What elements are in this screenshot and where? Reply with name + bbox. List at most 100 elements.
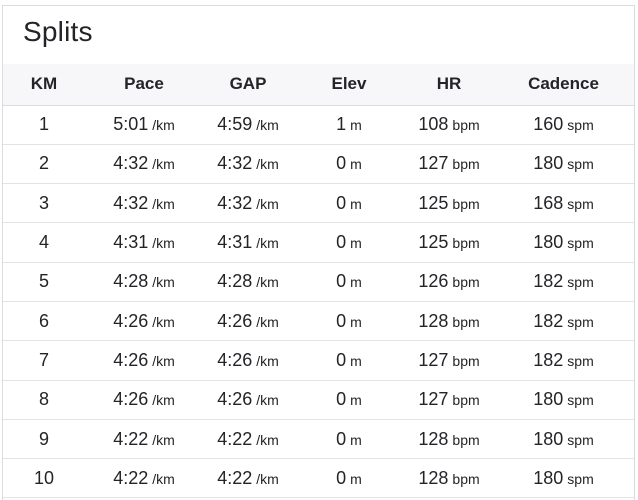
split-cadence-value: 180: [533, 389, 564, 410]
split-gap-value: 4:28: [217, 271, 253, 292]
split-km-value: 7: [38, 349, 49, 370]
split-gap-unit: /km: [256, 156, 279, 173]
split-cell-gap: 4:22/km: [203, 419, 293, 458]
split-elev-unit: m: [350, 235, 362, 252]
split-cadence-value: 160: [533, 114, 564, 135]
split-row: 7 4:26/km 4:26/km 0 m 127 bpm 182 spm: [3, 341, 634, 381]
split-hr-value: 126: [418, 271, 449, 292]
split-cadence-unit: spm: [567, 352, 594, 369]
split-cell-elev: 0m: [293, 459, 405, 498]
split-pace-value: 4:32: [113, 192, 149, 213]
split-km-value: 4: [38, 232, 49, 253]
split-gap-value: 4:22: [217, 428, 253, 449]
split-cell-km: 5: [3, 262, 85, 301]
split-pace-unit: /km: [152, 235, 175, 252]
split-cell-pace: 4:26/km: [85, 341, 203, 380]
split-gap-value: 4:26: [217, 389, 253, 410]
split-km-value: 6: [38, 310, 49, 331]
split-elev-value: 0: [336, 232, 347, 253]
split-elev-value: 0: [336, 349, 347, 370]
split-cell-gap: 4:26/km: [203, 301, 293, 340]
split-gap-unit: /km: [256, 117, 279, 134]
splits-title: Splits: [23, 16, 93, 47]
split-gap-unit: /km: [256, 235, 279, 252]
split-gap-value: 4:26: [217, 310, 253, 331]
split-hr-value: 127: [418, 389, 449, 410]
split-cell-pace: 5:01/km: [85, 105, 203, 144]
split-cell-hr: 128 bpm: [405, 459, 493, 498]
split-elev-unit: m: [350, 117, 362, 134]
split-row: 9 4:22/km 4:22/km 0 m 128 bpm 180 spm: [3, 419, 634, 459]
splits-table-body: 1 5:01/km 4:59/km 1 m 108 bpm 160 spm 2 4:32/km 4:3…: [3, 105, 634, 498]
split-cell-elev: 0m: [293, 144, 405, 183]
split-hr-value: 127: [418, 153, 449, 174]
split-cell-gap: 4:31/km: [203, 223, 293, 262]
split-cell-elev: 0m: [293, 223, 405, 262]
split-gap-value: 4:32: [217, 153, 253, 174]
split-elev-value: 0: [336, 467, 347, 488]
split-pace-value: 4:26: [113, 389, 149, 410]
split-gap-unit: /km: [256, 274, 279, 291]
split-hr-value: 108: [418, 114, 449, 135]
split-cell-gap: 4:26/km: [203, 341, 293, 380]
split-gap-value: 4:32: [217, 192, 253, 213]
split-hr-value: 128: [418, 428, 449, 449]
split-cell-hr: 125 bpm: [405, 184, 493, 223]
split-cell-gap: 4:32/km: [203, 184, 293, 223]
split-gap-unit: /km: [256, 470, 279, 487]
split-cadence-unit: spm: [567, 470, 594, 487]
split-cell-pace: 4:26/km: [85, 380, 203, 419]
split-cell-hr: 126 bpm: [405, 262, 493, 301]
split-hr-value: 125: [418, 192, 449, 213]
split-hr-unit: bpm: [452, 117, 480, 134]
split-cell-cadence: 180 spm: [493, 144, 634, 183]
split-cell-elev: 0m: [293, 262, 405, 301]
split-cell-km: 3: [3, 184, 85, 223]
column-header-km: KM: [3, 64, 85, 106]
split-gap-value: 4:22: [217, 467, 253, 488]
split-cell-cadence: 182 spm: [493, 301, 634, 340]
split-hr-unit: bpm: [452, 313, 480, 330]
split-gap-value: 4:31: [217, 232, 253, 253]
split-elev-value: 1: [336, 114, 347, 135]
split-km-value: 2: [38, 153, 49, 174]
split-gap-unit: /km: [256, 352, 279, 369]
split-pace-value: 4:28: [113, 271, 149, 292]
split-cell-km: 1: [3, 105, 85, 144]
split-row: 3 4:32/km 4:32/km 0 m 125 bpm 168 spm: [3, 184, 634, 223]
split-hr-unit: bpm: [452, 392, 480, 409]
split-cadence-unit: spm: [567, 431, 594, 448]
split-cadence-unit: spm: [567, 156, 594, 173]
split-elev-unit: m: [350, 392, 362, 409]
split-cell-pace: 4:32/km: [85, 184, 203, 223]
split-elev-value: 0: [336, 428, 347, 449]
split-elev-unit: m: [350, 431, 362, 448]
split-row: 10 4:22/km 4:22/km 0 m 128 bpm 180 spm: [3, 459, 634, 498]
split-km-value: 10: [33, 467, 55, 488]
split-row: 1 5:01/km 4:59/km 1 m 108 bpm 160 spm: [3, 105, 634, 145]
split-row: 2 4:32/km 4:32/km 0 m 127 bpm 180 spm: [3, 144, 634, 184]
split-cell-gap: 4:22/km: [203, 459, 293, 498]
split-hr-value: 128: [418, 467, 449, 488]
column-header-elev: Elev: [293, 64, 405, 106]
split-elev-value: 0: [336, 271, 347, 292]
column-header-hr: HR: [405, 64, 493, 106]
split-cadence-unit: spm: [567, 117, 594, 134]
split-row: 5 4:28/km 4:28/km 0 m 126 bpm 182 spm: [3, 262, 634, 302]
split-hr-value: 128: [418, 310, 449, 331]
split-hr-unit: bpm: [452, 470, 480, 487]
split-elev-unit: m: [350, 156, 362, 173]
split-cell-cadence: 168 spm: [493, 184, 634, 223]
split-hr-value: 127: [418, 349, 449, 370]
split-elev-value: 0: [336, 389, 347, 410]
split-cell-km: 4: [3, 223, 85, 262]
split-cell-cadence: 182 spm: [493, 262, 634, 301]
split-cell-elev: 0m: [293, 184, 405, 223]
split-cadence-value: 180: [533, 467, 564, 488]
split-cell-gap: 4:32/km: [203, 144, 293, 183]
split-hr-unit: bpm: [452, 352, 480, 369]
split-cadence-value: 168: [533, 192, 564, 213]
split-pace-unit: /km: [152, 352, 175, 369]
split-pace-value: 4:31: [113, 232, 149, 253]
split-gap-unit: /km: [256, 392, 279, 409]
